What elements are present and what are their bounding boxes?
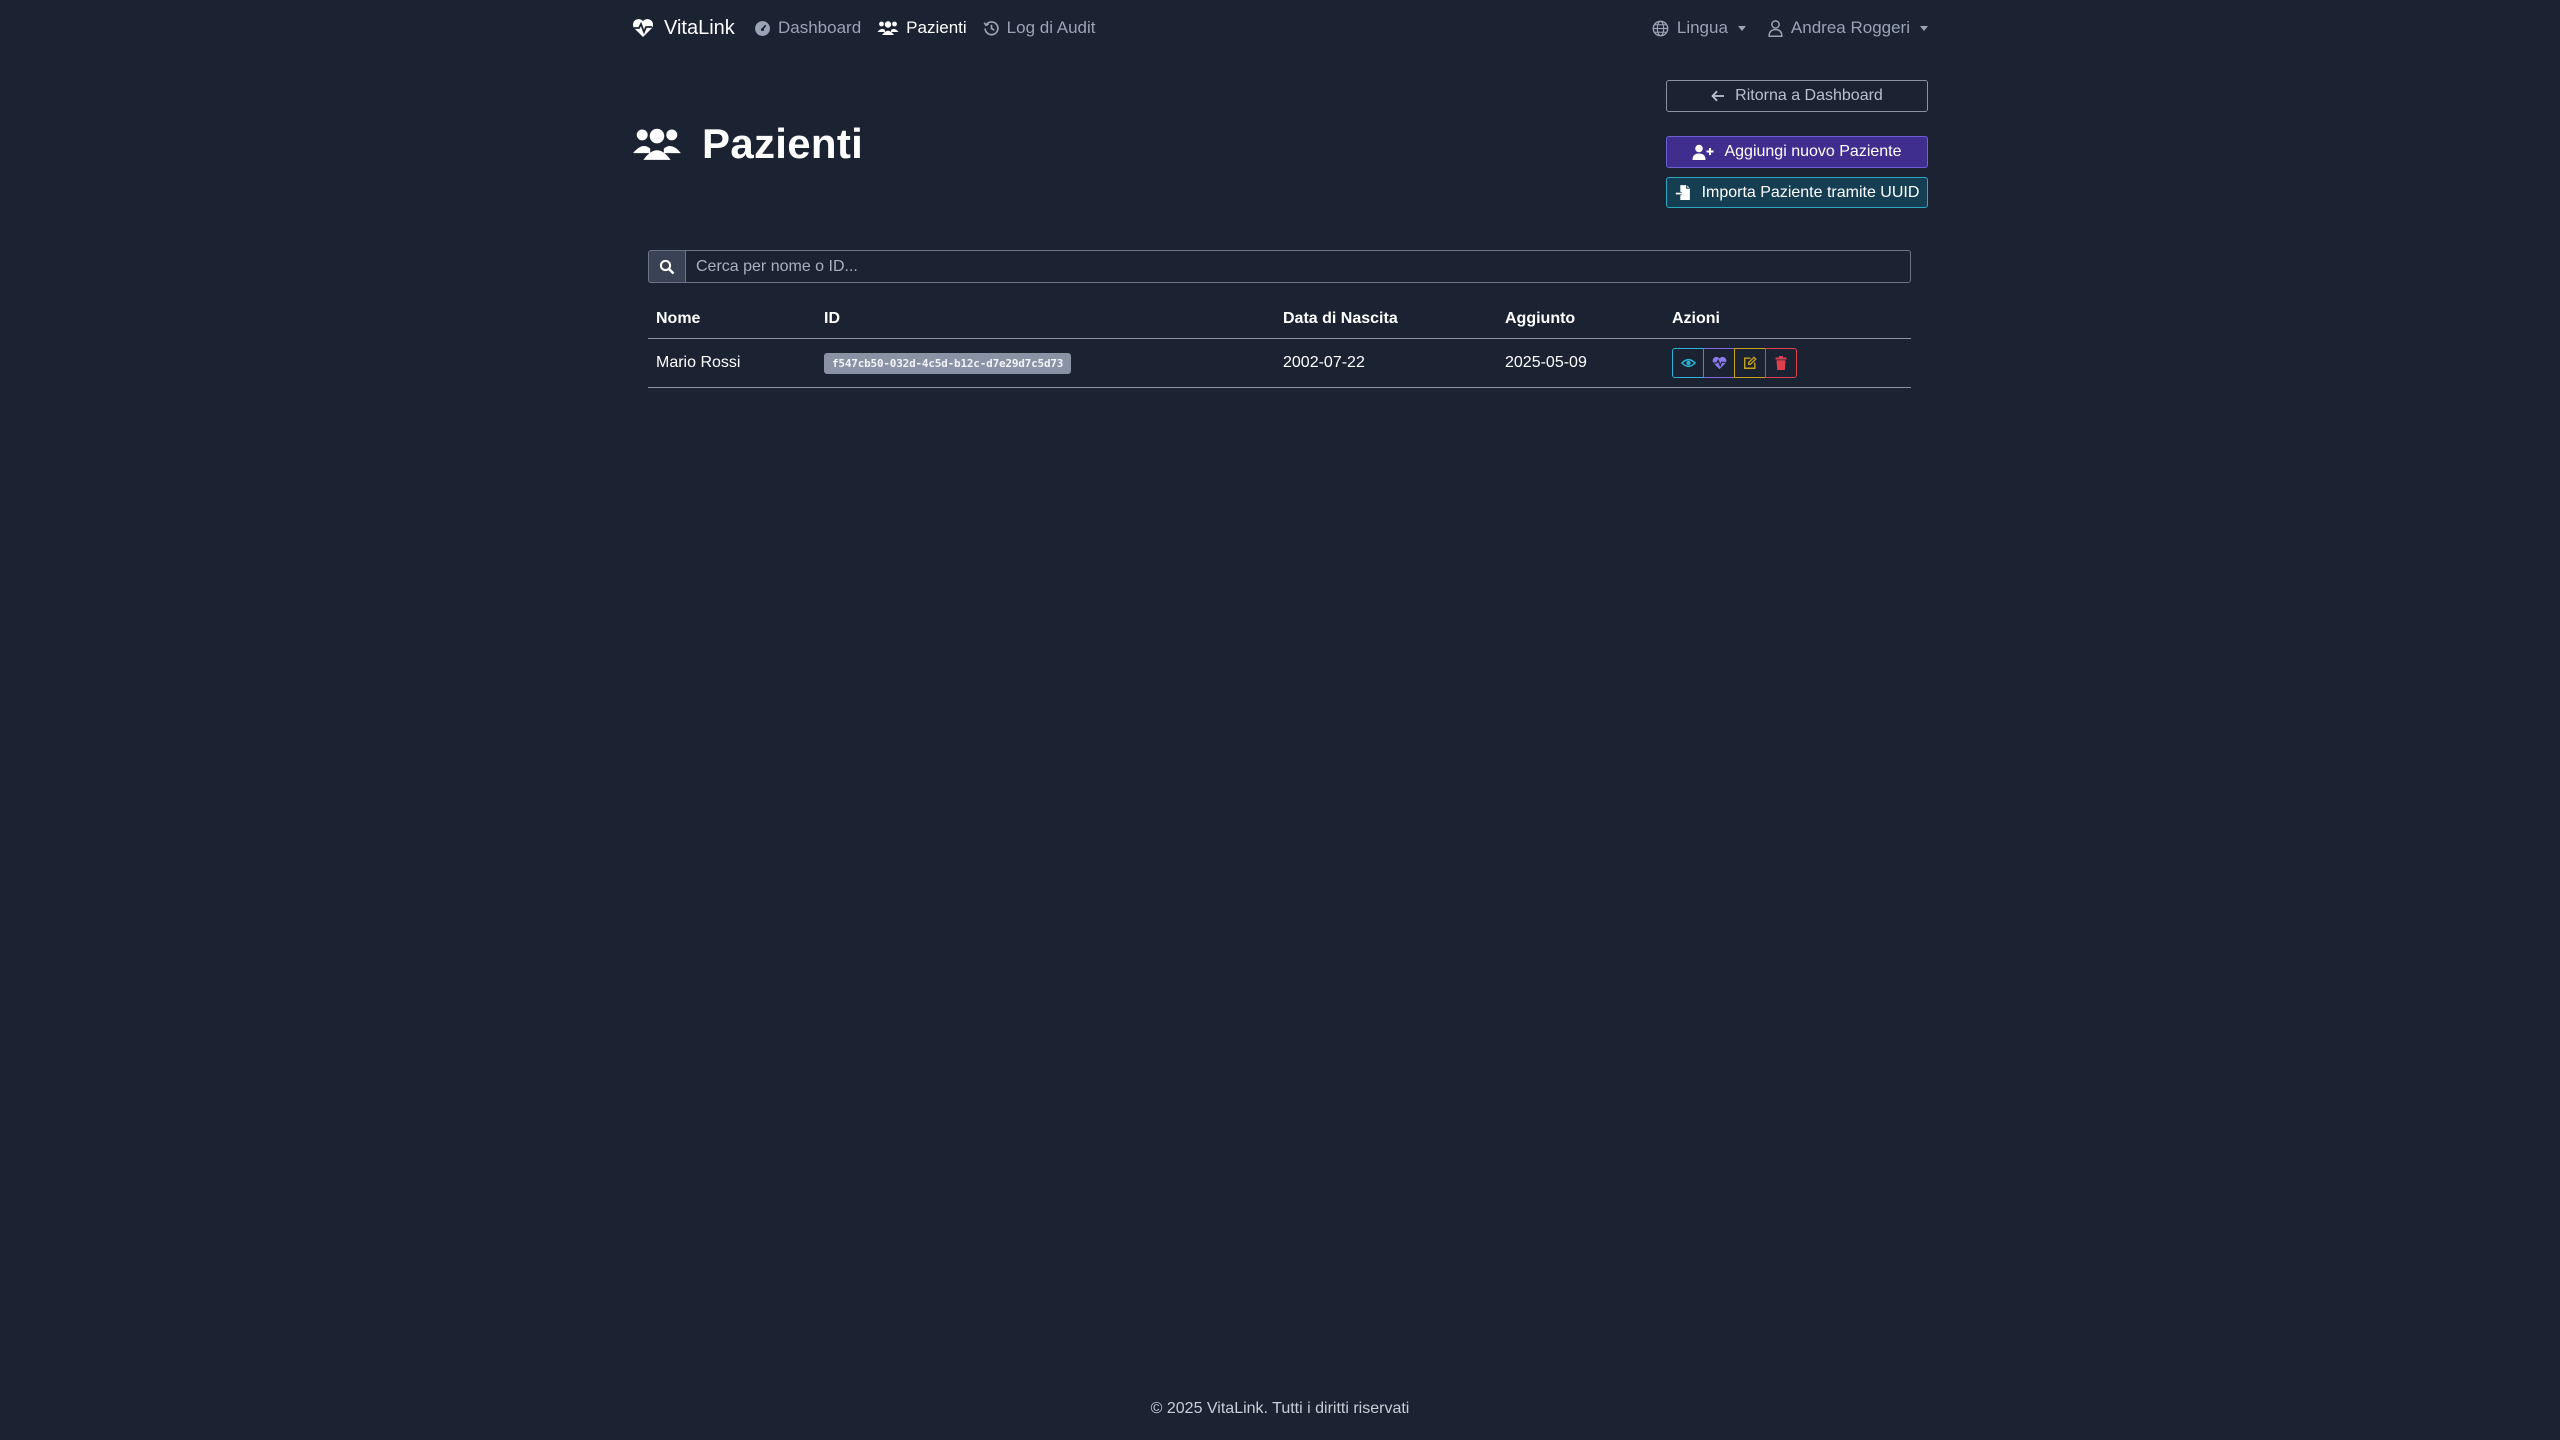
- delete-patient-button[interactable]: [1765, 348, 1797, 378]
- search-icon: [659, 259, 675, 275]
- caret-down-icon: [1920, 25, 1928, 31]
- patient-id-cell: f547cb50-032d-4c5d-b12c-d7e29d7c5d73: [816, 338, 1275, 388]
- arrow-left-icon: [1711, 90, 1725, 102]
- patient-name: Mario Rossi: [648, 338, 816, 388]
- nav-link-pazienti[interactable]: Pazienti: [877, 18, 967, 38]
- view-patient-button[interactable]: [1672, 348, 1704, 378]
- column-header-added: Aggiunto: [1497, 300, 1664, 339]
- button-label: Aggiungi nuovo Paziente: [1724, 143, 1902, 160]
- page-heading: Pazienti: [702, 120, 864, 167]
- users-icon: [877, 20, 899, 36]
- nav-link-dashboard[interactable]: Dashboard: [754, 18, 861, 38]
- nav-link-label: Pazienti: [906, 18, 967, 37]
- health-records-button[interactable]: [1703, 348, 1735, 378]
- dashboard-icon: [754, 20, 771, 37]
- button-label: Ritorna a Dashboard: [1735, 87, 1883, 104]
- caret-down-icon: [1737, 25, 1746, 31]
- nav-links: Dashboard Pazienti Log di Audit: [754, 12, 1096, 44]
- add-patient-button[interactable]: Aggiungi nuovo Paziente: [1666, 136, 1928, 168]
- column-header-id: ID: [816, 300, 1275, 339]
- nav-link-label: Dashboard: [778, 18, 862, 37]
- column-header-name: Nome: [648, 300, 816, 339]
- action-buttons: [1672, 348, 1903, 378]
- users-icon: [632, 124, 682, 164]
- patients-table: Nome ID Data di Nascita Aggiunto Azioni …: [648, 300, 1911, 388]
- column-header-birth-date: Data di Nascita: [1275, 300, 1497, 339]
- edit-icon: [1743, 356, 1757, 370]
- trash-icon: [1775, 356, 1787, 370]
- search-addon: [648, 250, 685, 283]
- user-name: Andrea Roggeri: [1790, 18, 1910, 37]
- patient-added-date: 2025-05-09: [1497, 338, 1664, 388]
- back-to-dashboard-button[interactable]: Ritorna a Dashboard: [1666, 80, 1928, 112]
- user-dropdown[interactable]: Andrea Roggeri: [1768, 18, 1928, 38]
- file-import-icon: [1675, 184, 1692, 201]
- button-label: Importa Paziente tramite UUID: [1701, 183, 1920, 201]
- search-bar: [648, 250, 1911, 283]
- brand-name: VitaLink: [664, 16, 735, 39]
- patient-actions: [1664, 338, 1911, 388]
- history-icon: [983, 20, 1000, 37]
- footer: © 2025 VitaLink. Tutti i diritti riserva…: [0, 1400, 2560, 1418]
- nav-link-label: Log di Audit: [1006, 18, 1096, 37]
- patient-id-badge: f547cb50-032d-4c5d-b12c-d7e29d7c5d73: [824, 352, 1072, 374]
- edit-patient-button[interactable]: [1734, 348, 1766, 378]
- import-patient-button[interactable]: Importa Paziente tramite UUID: [1666, 177, 1928, 208]
- heart-pulse-icon: [1712, 356, 1727, 370]
- eye-icon: [1680, 357, 1696, 369]
- heart-pulse-icon: [632, 18, 654, 38]
- user-plus-icon: [1692, 144, 1714, 161]
- page-title: Pazienti: [632, 112, 863, 176]
- user-icon: [1768, 19, 1783, 37]
- globe-icon: [1652, 20, 1669, 37]
- language-label: Lingua: [1676, 18, 1728, 37]
- column-header-actions: Azioni: [1664, 300, 1911, 339]
- brand[interactable]: VitaLink: [632, 12, 735, 44]
- patient-birth-date: 2002-07-22: [1275, 338, 1497, 388]
- nav-link-audit-log[interactable]: Log di Audit: [983, 18, 1096, 38]
- language-dropdown[interactable]: Lingua: [1652, 18, 1746, 38]
- footer-text: © 2025 VitaLink. Tutti i diritti riserva…: [1150, 1400, 1410, 1417]
- table-header-row: Nome ID Data di Nascita Aggiunto Azioni: [648, 300, 1911, 339]
- navbar: VitaLink Dashboard Pazienti Log di Audit…: [632, 12, 1928, 44]
- nav-right: Lingua Andrea Roggeri: [1652, 12, 1928, 44]
- search-input[interactable]: [685, 250, 1911, 283]
- table-row: Mario Rossi f547cb50-032d-4c5d-b12c-d7e2…: [648, 338, 1911, 388]
